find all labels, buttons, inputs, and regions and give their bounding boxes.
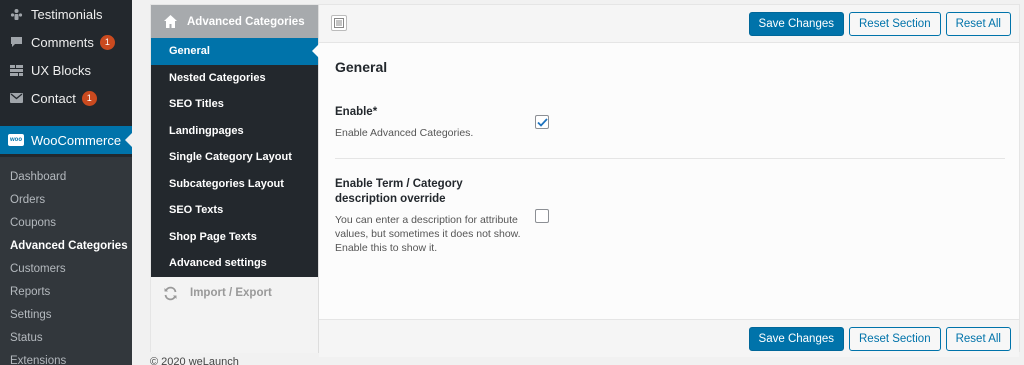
menu-item-comments[interactable]: Comments 1 <box>0 28 132 56</box>
menu-item-ux-blocks[interactable]: UX Blocks <box>0 56 132 84</box>
menu-item-label: Testimonials <box>31 6 103 22</box>
contact-count-badge: 1 <box>81 90 97 106</box>
options-panel: Advanced Categories General Nested Categ… <box>150 4 1020 357</box>
save-changes-button[interactable]: Save Changes <box>748 326 844 351</box>
nav-item-landingpages[interactable]: Landingpages <box>151 118 318 145</box>
section-title: General <box>335 59 388 75</box>
submenu-item-settings[interactable]: Settings <box>0 303 132 326</box>
submenu-item-advanced-categories[interactable]: Advanced Categories <box>0 234 132 257</box>
comments-count-badge: 1 <box>99 34 115 50</box>
submenu-item-reports[interactable]: Reports <box>0 280 132 303</box>
field-label: Enable Term / Category description overr… <box>335 178 463 205</box>
blocks-icon <box>8 62 24 78</box>
footer-copyright: © 2020 weLaunch <box>150 356 239 365</box>
field-description: You can enter a description for attribut… <box>335 214 521 254</box>
nav-item-single-category-layout[interactable]: Single Category Layout <box>151 144 318 171</box>
submenu-item-status[interactable]: Status <box>0 326 132 349</box>
mail-icon <box>8 90 24 106</box>
nav-item-shop-page-texts[interactable]: Shop Page Texts <box>151 224 318 251</box>
menu-item-label: WooCommerce <box>31 132 122 148</box>
nav-subsections: General Nested Categories SEO Titles Lan… <box>151 38 319 277</box>
woocommerce-logo-icon: woo <box>8 134 24 146</box>
menu-item-label: UX Blocks <box>31 62 91 78</box>
nav-header-advanced-categories[interactable]: Advanced Categories <box>151 5 318 38</box>
comment-icon <box>8 34 24 50</box>
reset-section-button[interactable]: Reset Section <box>849 11 941 36</box>
menu-item-testimonials[interactable]: Testimonials <box>0 0 132 28</box>
field-term-description-override: Enable Term / Category description overr… <box>335 177 1005 255</box>
field-divider <box>335 158 1005 159</box>
options-nav: Advanced Categories General Nested Categ… <box>151 5 319 353</box>
reset-all-button[interactable]: Reset All <box>945 326 1011 351</box>
field-description: Enable Advanced Categories. <box>335 127 474 139</box>
reset-all-button[interactable]: Reset All <box>945 11 1011 36</box>
wp-admin-sidebar: Testimonials Comments 1 UX Blocks Contac… <box>0 0 132 365</box>
settings-content: General Enable* Enable Advanced Categori… <box>319 43 1019 319</box>
top-toolbar: Save Changes Reset Section Reset All <box>319 5 1019 43</box>
nav-item-nested-categories[interactable]: Nested Categories <box>151 65 318 92</box>
woocommerce-submenu: Dashboard Orders Coupons Advanced Catego… <box>0 157 132 365</box>
nav-item-import-export[interactable]: Import / Export <box>151 277 318 310</box>
submenu-item-extensions[interactable]: Extensions <box>0 349 132 365</box>
nav-item-general[interactable]: General <box>151 38 319 65</box>
refresh-icon <box>163 286 178 301</box>
menu-item-label: Contact <box>31 90 76 106</box>
reset-section-button[interactable]: Reset Section <box>849 326 941 351</box>
menu-item-contact[interactable]: Contact 1 <box>0 84 132 112</box>
submenu-item-orders[interactable]: Orders <box>0 188 132 211</box>
enable-checkbox[interactable] <box>535 115 549 129</box>
nav-item-advanced-settings[interactable]: Advanced settings <box>151 250 318 277</box>
testimonials-icon <box>8 6 24 22</box>
submenu-item-customers[interactable]: Customers <box>0 257 132 280</box>
import-export-label: Import / Export <box>190 287 272 299</box>
nav-item-seo-texts[interactable]: SEO Texts <box>151 197 318 224</box>
term-description-override-checkbox[interactable] <box>535 209 549 223</box>
bottom-toolbar: Save Changes Reset Section Reset All <box>319 319 1019 357</box>
field-enable: Enable* Enable Advanced Categories. <box>335 105 1005 140</box>
save-changes-button[interactable]: Save Changes <box>748 11 844 36</box>
expand-options-icon[interactable] <box>331 15 347 31</box>
nav-header-label: Advanced Categories <box>187 15 305 28</box>
submenu-item-dashboard[interactable]: Dashboard <box>0 165 132 188</box>
nav-item-subcategories-layout[interactable]: Subcategories Layout <box>151 171 318 198</box>
home-icon <box>163 14 178 29</box>
menu-item-woocommerce[interactable]: woo WooCommerce <box>0 126 132 154</box>
submenu-item-coupons[interactable]: Coupons <box>0 211 132 234</box>
field-label: Enable* <box>335 106 378 118</box>
nav-item-seo-titles[interactable]: SEO Titles <box>151 91 318 118</box>
menu-item-label: Comments <box>31 34 94 50</box>
